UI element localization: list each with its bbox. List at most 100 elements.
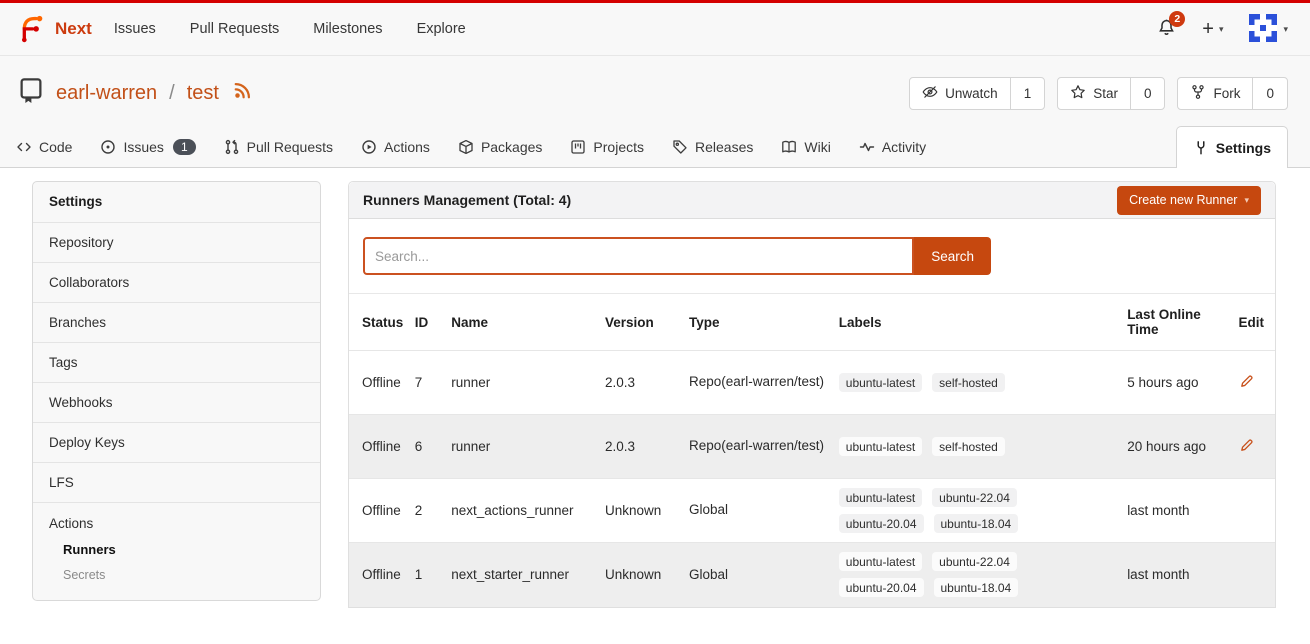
watch-button-group: Unwatch 1 xyxy=(909,77,1045,110)
play-circle-icon xyxy=(361,139,377,155)
tab-code[interactable]: Code xyxy=(16,126,72,167)
edit-runner-button[interactable] xyxy=(1239,374,1254,389)
table-header-row: Status ID Name Version Type Labels Last … xyxy=(349,294,1275,351)
runner-name: next_actions_runner xyxy=(451,479,605,543)
create-new-runner-button[interactable]: Create new Runner ▾ xyxy=(1117,186,1261,215)
brand-name: Next xyxy=(55,19,92,39)
runner-version: 2.0.3 xyxy=(605,415,689,479)
header-edit: Edit xyxy=(1239,294,1276,351)
sidebar-item-repository[interactable]: Repository xyxy=(33,222,320,262)
navbar-right: 2 + ▾ xyxy=(1157,14,1288,45)
stars-count[interactable]: 0 xyxy=(1130,78,1165,109)
runner-name: runner xyxy=(451,415,605,479)
label-badge: ubuntu-latest xyxy=(839,437,922,456)
label-badge: self-hosted xyxy=(932,373,1005,392)
sidebar-item-webhooks[interactable]: Webhooks xyxy=(33,382,320,422)
nav-link-milestones[interactable]: Milestones xyxy=(313,21,382,37)
create-new-menu[interactable]: + ▾ xyxy=(1202,19,1223,39)
watchers-count[interactable]: 1 xyxy=(1010,78,1045,109)
tab-issues[interactable]: Issues 1 xyxy=(100,126,195,167)
sidebar-item-lfs[interactable]: LFS xyxy=(33,462,320,502)
repo-name-link[interactable]: test xyxy=(187,82,219,105)
repo-owner-link[interactable]: earl-warren xyxy=(56,82,157,105)
sidebar-item-deploy-keys[interactable]: Deploy Keys xyxy=(33,422,320,462)
runner-type: Repo(earl-warren/test) xyxy=(689,351,839,415)
fork-button[interactable]: Fork xyxy=(1178,78,1252,109)
sidebar-item-runners[interactable]: Runners xyxy=(49,542,304,557)
sidebar-header-settings: Settings xyxy=(33,182,320,222)
header-last-online: Last Online Time xyxy=(1127,294,1238,351)
search-section: Search xyxy=(349,219,1275,293)
runner-last-online: 20 hours ago xyxy=(1127,415,1238,479)
tab-packages[interactable]: Packages xyxy=(458,126,542,167)
runner-last-online: last month xyxy=(1127,543,1238,607)
star-button[interactable]: Star xyxy=(1058,78,1130,109)
sidebar-group-actions: Actions Runners Secrets xyxy=(33,502,320,600)
sidebar-item-secrets[interactable]: Secrets xyxy=(49,568,304,582)
sidebar-item-branches[interactable]: Branches xyxy=(33,302,320,342)
label-badge: ubuntu-22.04 xyxy=(932,488,1017,507)
runners-panel-header: Runners Management (Total: 4) Create new… xyxy=(349,182,1275,219)
header-band: Next Issues Pull Requests Milestones Exp… xyxy=(0,3,1310,168)
nav-link-pull-requests[interactable]: Pull Requests xyxy=(190,21,279,37)
runner-version: Unknown xyxy=(605,543,689,607)
tab-settings[interactable]: Settings xyxy=(1176,126,1288,168)
star-label: Star xyxy=(1093,86,1118,101)
runner-status: Offline xyxy=(349,351,415,415)
tag-icon xyxy=(672,139,688,155)
panel-title: Runners Management (Total: 4) xyxy=(363,192,571,208)
tab-activity[interactable]: Activity xyxy=(859,126,926,167)
repo-tab-bar: Code Issues 1 Pull Requests xyxy=(0,126,1310,168)
wrench-icon xyxy=(1193,140,1209,156)
top-navbar: Next Issues Pull Requests Milestones Exp… xyxy=(0,3,1310,56)
repo-actions: Unwatch 1 Star 0 xyxy=(909,77,1288,110)
issue-opened-icon xyxy=(100,139,116,155)
tab-projects[interactable]: Projects xyxy=(570,126,644,167)
table-row: Offline 6 runner 2.0.3 Repo(earl-warren/… xyxy=(349,415,1275,479)
runner-id: 2 xyxy=(415,479,451,543)
sidebar-item-actions[interactable]: Actions xyxy=(49,516,304,531)
runner-last-online: last month xyxy=(1127,479,1238,543)
tab-wiki[interactable]: Wiki xyxy=(781,126,830,167)
tab-actions[interactable]: Actions xyxy=(361,126,430,167)
runner-type: Global xyxy=(689,543,839,607)
search-button[interactable]: Search xyxy=(914,237,991,275)
unwatch-button[interactable]: Unwatch xyxy=(910,78,1010,109)
star-icon xyxy=(1070,84,1086,103)
plus-icon: + xyxy=(1202,19,1214,39)
nav-link-issues[interactable]: Issues xyxy=(114,21,156,37)
label-badge: ubuntu-20.04 xyxy=(839,578,924,597)
sidebar-item-tags[interactable]: Tags xyxy=(33,342,320,382)
search-input[interactable] xyxy=(363,237,914,275)
repo-separator: / xyxy=(169,82,175,105)
home-brand[interactable]: Next xyxy=(14,11,92,47)
edit-runner-button[interactable] xyxy=(1239,438,1254,453)
pull-request-icon xyxy=(224,139,240,155)
tab-releases[interactable]: Releases xyxy=(672,126,753,167)
label-badge: ubuntu-22.04 xyxy=(932,552,1017,571)
header-type: Type xyxy=(689,294,839,351)
header-version: Version xyxy=(605,294,689,351)
runner-labels: ubuntu-latest self-hosted xyxy=(839,373,1039,392)
table-row: Offline 1 next_starter_runner Unknown Gl… xyxy=(349,543,1275,607)
main-content: Settings Repository Collaborators Branch… xyxy=(0,168,1310,608)
notifications-button[interactable]: 2 xyxy=(1157,18,1176,40)
caret-down-icon: ▾ xyxy=(1283,24,1288,35)
nav-link-explore[interactable]: Explore xyxy=(417,21,466,37)
runner-id: 6 xyxy=(415,415,451,479)
rss-icon[interactable] xyxy=(233,80,253,106)
forks-count[interactable]: 0 xyxy=(1252,78,1287,109)
runner-version: 2.0.3 xyxy=(605,351,689,415)
runner-name: next_starter_runner xyxy=(451,543,605,607)
tab-pull-requests[interactable]: Pull Requests xyxy=(224,126,333,167)
header-status: Status xyxy=(349,294,415,351)
header-labels: Labels xyxy=(839,294,1127,351)
user-menu[interactable]: ▾ xyxy=(1249,14,1288,45)
label-badge: ubuntu-18.04 xyxy=(934,514,1019,533)
runner-id: 1 xyxy=(415,543,451,607)
fork-button-group: Fork 0 xyxy=(1177,77,1288,110)
header-id: ID xyxy=(415,294,451,351)
sidebar-item-collaborators[interactable]: Collaborators xyxy=(33,262,320,302)
label-badge: ubuntu-18.04 xyxy=(934,578,1019,597)
label-badge: ubuntu-latest xyxy=(839,373,922,392)
